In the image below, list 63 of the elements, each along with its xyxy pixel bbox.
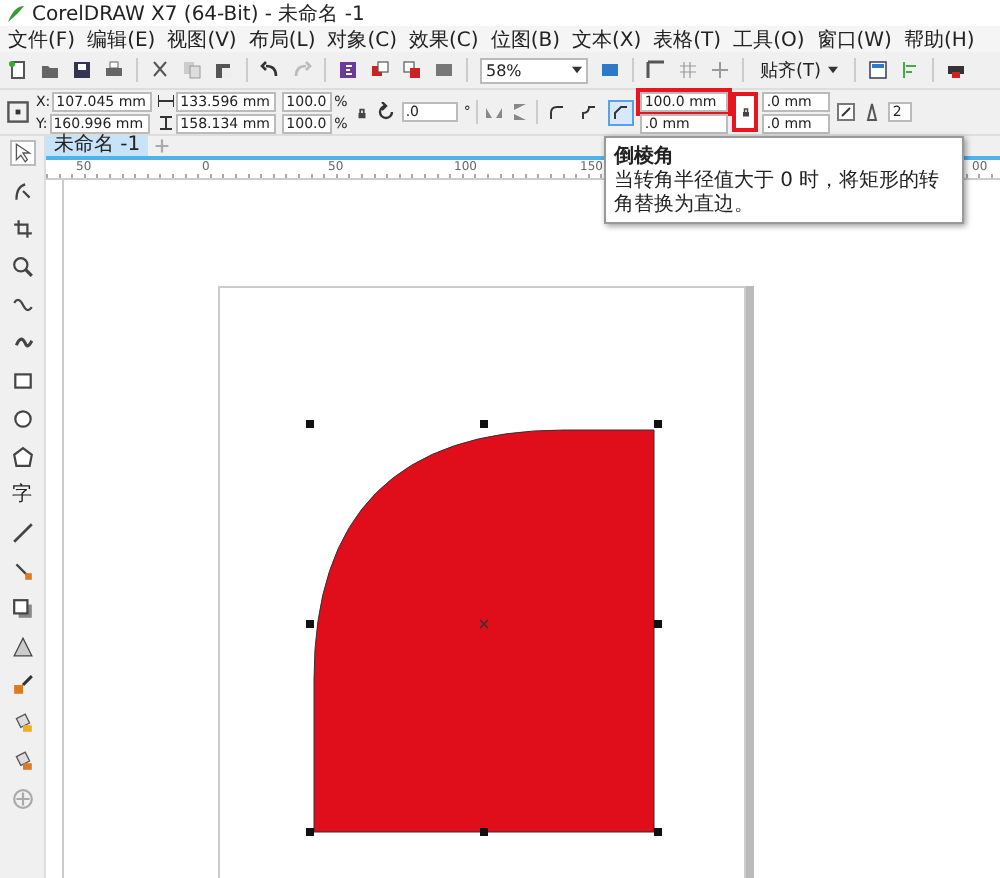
tooltip-text: 当转角半径值大于 0 时，将矩形的转角替换为直边。 [614, 170, 942, 218]
tooltip-title: 倒棱角 [614, 143, 676, 169]
object-position-icon[interactable] [6, 100, 30, 124]
fill-tool-icon[interactable] [11, 712, 33, 734]
align-icon[interactable] [899, 60, 920, 80]
menu-item[interactable]: 文本(X) [567, 25, 646, 53]
folder-icon[interactable] [40, 60, 60, 80]
zoom-dropdown[interactable]: 58% [480, 57, 588, 83]
connector-tool-icon[interactable] [11, 560, 33, 582]
crop-tool-icon[interactable] [11, 218, 33, 240]
printer-icon[interactable] [945, 60, 966, 80]
new-document-icon[interactable] [8, 60, 28, 80]
menu-item[interactable]: 编辑(E) [83, 25, 160, 53]
snap-dropdown[interactable]: 贴齐(T) [756, 59, 842, 81]
full-screen-icon[interactable] [600, 60, 620, 80]
caret-icon [572, 66, 582, 74]
export-icon[interactable] [402, 60, 422, 80]
document-tab[interactable]: 未命名 -1 [46, 136, 149, 156]
mirror-vertical-icon[interactable] [510, 102, 531, 122]
printer-icon[interactable] [104, 60, 124, 80]
rectangle-tool-icon[interactable] [11, 370, 33, 392]
drop-shadow-tool-icon[interactable] [11, 598, 33, 620]
eyedropper-tool-icon[interactable] [11, 674, 33, 696]
menu-item[interactable]: 布局(L) [244, 25, 320, 53]
menu-item[interactable]: 效果(C) [405, 25, 483, 53]
lock-icon [739, 106, 752, 118]
window-title: CorelDRAW X7 (64-Bit) - 未命名 -1 [32, 1, 365, 27]
dimension-tool-icon[interactable] [11, 522, 33, 544]
chamfer-corner-button[interactable] [608, 99, 635, 125]
text-tool[interactable]: 字 [12, 484, 32, 506]
scale-corners-icon[interactable] [836, 102, 857, 122]
width-icon [158, 94, 175, 108]
height-icon [158, 116, 175, 130]
menu-item[interactable]: 窗口(W) [812, 25, 896, 53]
polygon-tool-icon[interactable] [11, 446, 33, 468]
smart-fill-tool-icon[interactable] [11, 750, 33, 772]
app-launcher-icon[interactable] [338, 60, 358, 80]
outline-pen-icon[interactable] [862, 102, 883, 122]
transparency-tool-icon[interactable] [11, 636, 33, 658]
center-marker-icon [479, 619, 489, 629]
menu-item[interactable]: 工具(O) [729, 25, 809, 53]
zoom-tool-icon[interactable] [11, 256, 33, 278]
menu-item[interactable]: 文件(F) [4, 25, 80, 53]
menu-item[interactable]: 帮助(H) [899, 25, 979, 53]
rulers-icon[interactable] [646, 60, 666, 80]
lock-corners-button[interactable] [736, 96, 755, 128]
undo-icon[interactable] [260, 60, 280, 80]
menu-item[interactable]: 表格(T) [649, 25, 726, 53]
menu-item[interactable]: 视图(V) [163, 25, 241, 53]
freehand-tool-icon[interactable] [11, 294, 33, 316]
app-logo-icon [6, 3, 26, 23]
import-icon[interactable] [370, 60, 390, 80]
rotate-icon [375, 102, 396, 122]
shape-tool-icon[interactable] [11, 180, 33, 202]
save-icon[interactable] [72, 60, 92, 80]
menu-item[interactable]: 对象(C) [323, 25, 402, 53]
menu-item[interactable]: 位图(B) [486, 25, 564, 53]
ellipse-tool-icon[interactable] [11, 408, 33, 430]
scissors-icon[interactable] [150, 60, 170, 80]
options-icon[interactable] [867, 60, 888, 80]
pointer-tool-icon[interactable] [11, 142, 33, 164]
lock-icon[interactable] [353, 105, 370, 119]
caret-icon [827, 66, 838, 74]
